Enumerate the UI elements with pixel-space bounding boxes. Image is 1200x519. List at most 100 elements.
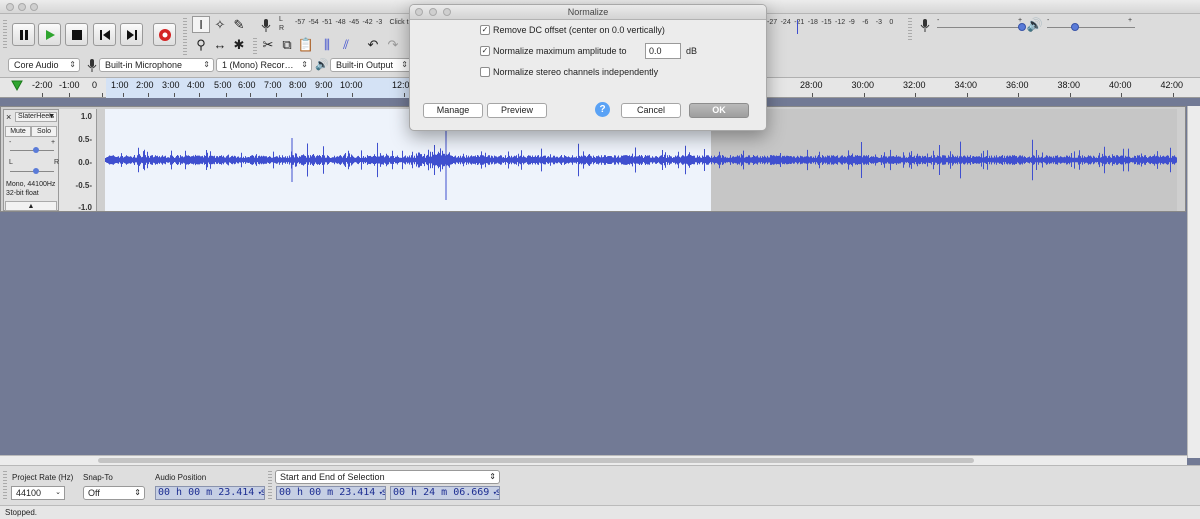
input-device-value: Built-in Microphone — [105, 60, 183, 70]
pan-slider[interactable] — [10, 171, 54, 172]
ruler-tick — [301, 93, 302, 97]
play-head-icon[interactable] — [11, 80, 23, 92]
meter-tick-label: -48 — [335, 19, 346, 26]
silence-icon[interactable]: ⫽ — [337, 36, 355, 53]
undo-icon[interactable]: ↶ — [364, 36, 382, 53]
paste-icon[interactable]: 📋 — [297, 36, 315, 53]
ruler-label: 6:00 — [238, 80, 256, 90]
input-device-select[interactable]: Built-in Microphone ⇕ — [99, 58, 214, 72]
skip-to-end-button[interactable] — [120, 23, 143, 46]
selection-mode-select[interactable]: Start and End of Selection ⇕ — [275, 470, 500, 484]
amplitude-scale[interactable]: 1.0 0.5- 0.0- -0.5- -1.0 — [59, 109, 97, 212]
ruler-label: 5:00 — [214, 80, 232, 90]
vertical-scrollbar[interactable] — [1187, 106, 1200, 458]
help-icon: ? — [599, 104, 606, 115]
copy-icon[interactable]: ⧉ — [278, 36, 296, 53]
horizontal-scroll-thumb[interactable] — [98, 458, 974, 463]
meter-tick-label: -3 — [875, 19, 883, 26]
ruler-label: 8:00 — [289, 80, 307, 90]
dialog-close-button[interactable] — [415, 8, 423, 16]
checkmark-icon: ✓ — [481, 25, 489, 34]
playback-volume-slider[interactable] — [1047, 27, 1135, 28]
cancel-button[interactable]: Cancel — [621, 103, 681, 118]
remove-dc-offset-checkbox[interactable]: ✓ — [480, 25, 490, 35]
recording-volume-min: - — [937, 17, 940, 24]
toolbar-grip[interactable] — [268, 471, 272, 501]
normalize-amplitude-checkbox[interactable]: ✓ — [480, 46, 490, 56]
input-channels-select[interactable]: 1 (Mono) Recor… ⇕ — [216, 58, 312, 72]
manage-button[interactable]: Manage — [423, 103, 483, 118]
horizontal-scrollbar[interactable] — [0, 455, 1187, 465]
status-bar: Stopped. — [0, 505, 1200, 519]
dialog-zoom-button[interactable] — [443, 8, 451, 16]
ruler-label: 12:0 — [392, 80, 410, 90]
toolbar-grip[interactable] — [908, 18, 912, 40]
microphone-icon[interactable] — [257, 16, 275, 33]
amplitude-input[interactable]: 0.0 — [645, 43, 681, 59]
close-track-icon[interactable]: × — [6, 112, 14, 122]
meter-left-label: L — [279, 16, 283, 23]
remove-dc-offset-label: Remove DC offset (center on 0.0 vertical… — [493, 25, 665, 35]
playback-volume-thumb[interactable] — [1071, 23, 1079, 31]
ok-button[interactable]: OK — [689, 103, 749, 118]
record-button[interactable] — [153, 23, 176, 46]
envelope-tool-icon[interactable]: ✧ — [211, 16, 229, 33]
play-button[interactable] — [38, 23, 61, 46]
pause-icon — [19, 29, 28, 40]
audio-position-field[interactable]: 00 h 00 m 23.414 s ▾ — [155, 486, 265, 500]
trim-icon[interactable]: ⫼ — [318, 36, 336, 53]
draw-tool-icon[interactable]: ✎ — [230, 16, 248, 33]
toolbar-grip[interactable] — [253, 38, 257, 54]
ruler-label: 30:00 — [851, 80, 875, 90]
zoom-window-button[interactable] — [30, 3, 38, 11]
selection-start-field[interactable]: 00 h 00 m 23.414 s ▾ — [276, 486, 386, 500]
mute-button[interactable]: Mute — [5, 126, 31, 137]
preview-button[interactable]: Preview — [487, 103, 547, 118]
track-name-menu[interactable]: SlaterHeels ▼ — [15, 112, 57, 122]
empty-track-area[interactable] — [0, 212, 1187, 455]
minimize-window-button[interactable] — [18, 3, 26, 11]
selection-end-field[interactable]: 00 h 24 m 06.669 s ▾ — [390, 486, 500, 500]
zoom-tool-icon[interactable]: ⚲ — [192, 36, 210, 53]
dialog-title: Normalize — [410, 5, 766, 20]
stereo-independent-checkbox[interactable] — [480, 67, 490, 77]
stop-button[interactable] — [65, 23, 88, 46]
help-button[interactable]: ? — [595, 102, 610, 117]
ruler-tick — [352, 93, 353, 97]
dialog-minimize-button[interactable] — [429, 8, 437, 16]
chevron-updown-icon: ⇕ — [301, 60, 308, 69]
meter-tick-label: -9 — [848, 19, 855, 26]
toolbar-grip[interactable] — [183, 18, 187, 56]
multi-tool-icon[interactable]: ✱ — [230, 36, 248, 53]
cut-icon[interactable]: ✂ — [259, 36, 277, 53]
recording-volume-thumb[interactable] — [1018, 23, 1026, 31]
time-shift-tool-icon[interactable]: ↔ — [211, 36, 229, 53]
solo-button[interactable]: Solo — [31, 126, 57, 137]
record-icon — [158, 28, 171, 41]
toolbar-grip[interactable] — [3, 20, 7, 50]
selection-start-value: 00 h 00 m 23.414 s — [279, 487, 386, 498]
redo-icon[interactable]: ↷ — [384, 36, 402, 53]
output-device-select[interactable]: Built-in Output ⇕ — [330, 58, 412, 72]
pan-slider-thumb[interactable] — [33, 168, 39, 174]
recording-volume-slider[interactable] — [937, 27, 1025, 28]
track-control-panel: × SlaterHeels ▼ Mute Solo - + L R Mono, 4… — [3, 109, 59, 211]
ruler-tick — [404, 93, 405, 97]
gain-slider-thumb[interactable] — [33, 147, 39, 153]
snap-to-select[interactable]: Off ⇕ — [83, 486, 145, 500]
pause-button[interactable] — [12, 23, 35, 46]
toolbar-grip[interactable] — [3, 471, 7, 501]
chevron-updown-icon: ⇕ — [401, 60, 408, 69]
skip-to-start-button[interactable] — [93, 23, 116, 46]
selection-tool-icon[interactable]: I — [192, 16, 210, 33]
audio-host-value: Core Audio — [14, 60, 59, 70]
meter-tick-label: 0 — [889, 19, 894, 26]
audio-host-select[interactable]: Core Audio ⇕ — [8, 58, 80, 72]
gain-slider[interactable] — [10, 150, 54, 151]
collapse-track-button[interactable]: ▲ — [5, 201, 57, 211]
close-window-button[interactable] — [6, 3, 14, 11]
selection-toolbar: Project Rate (Hz) 44100 ⌄ Snap-To Off ⇕ Au… — [0, 465, 1200, 505]
ruler-label: 38:00 — [1057, 80, 1081, 90]
project-rate-select[interactable]: 44100 ⌄ — [11, 486, 65, 500]
meter-tick-label: -51 — [322, 19, 333, 26]
